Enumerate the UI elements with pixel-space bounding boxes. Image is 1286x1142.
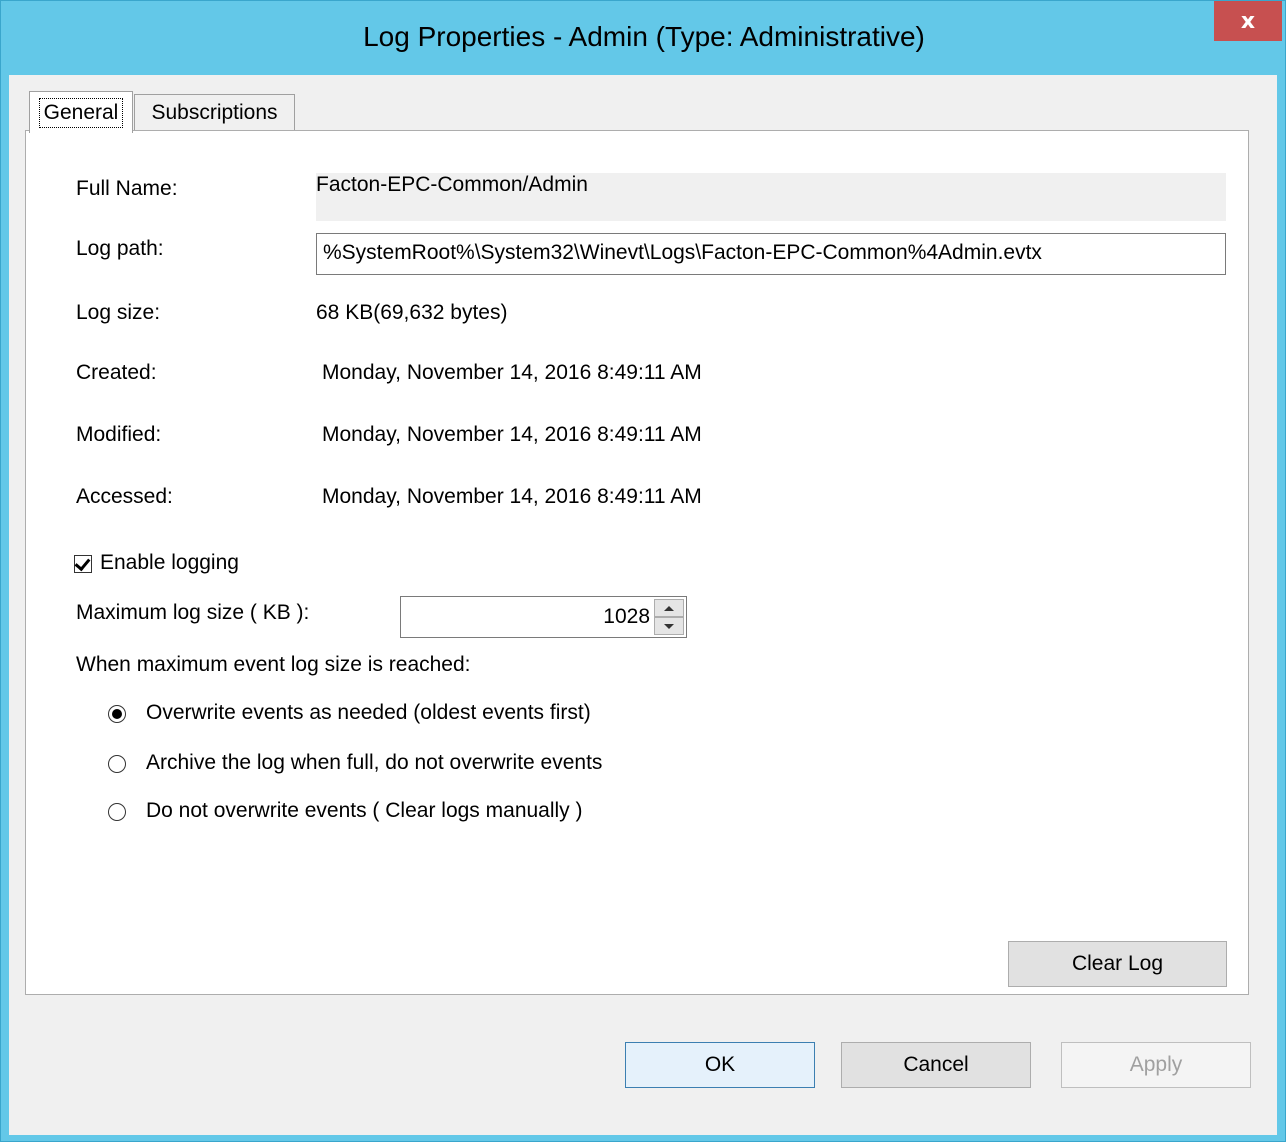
log-path-label: Log path: [76, 237, 164, 260]
radio-archive-when-full[interactable] [108, 755, 126, 773]
created-value: Monday, November 14, 2016 8:49:11 AM [322, 361, 702, 384]
max-log-size-label: Maximum log size ( KB ): [76, 601, 310, 624]
log-path-field[interactable]: %SystemRoot%\System32\Winevt\Logs\Facton… [316, 233, 1226, 275]
close-icon: x [1240, 8, 1256, 34]
max-log-size-value: 1028 [603, 605, 650, 628]
radio-overwrite-as-needed[interactable] [108, 705, 126, 723]
enable-logging-label[interactable]: Enable logging [100, 551, 239, 575]
log-size-label: Log size: [76, 301, 161, 324]
log-size-value: 68 KB(69,632 bytes) [316, 301, 508, 324]
close-button[interactable]: x [1214, 1, 1282, 41]
full-name-field: Facton-EPC-Common/Admin [316, 173, 1226, 221]
spin-up-button[interactable] [654, 599, 684, 617]
ok-button[interactable]: OK [625, 1042, 815, 1088]
log-properties-dialog: Log Properties - Admin (Type: Administra… [0, 0, 1286, 1142]
spin-down-button[interactable] [654, 617, 684, 635]
archive-when-full-label[interactable]: Archive the log when full, do not overwr… [146, 751, 602, 775]
overwrite-as-needed-label[interactable]: Overwrite events as needed (oldest event… [146, 701, 591, 725]
tab-general-label: General [38, 97, 124, 128]
max-log-size-stepper[interactable]: 1028 [400, 596, 687, 638]
accessed-value: Monday, November 14, 2016 8:49:11 AM [322, 485, 702, 508]
modified-label: Modified: [76, 423, 162, 446]
accessed-label: Accessed: [76, 485, 173, 508]
dialog-client-area: General Subscriptions Full Name: Facton-… [9, 75, 1277, 1135]
tab-subscriptions[interactable]: Subscriptions [134, 94, 295, 131]
enable-logging-checkbox[interactable] [74, 554, 92, 573]
chevron-up-icon [664, 605, 674, 611]
apply-button[interactable]: Apply [1061, 1042, 1251, 1088]
when-reached-label: When maximum event log size is reached: [76, 653, 471, 676]
created-label: Created: [76, 361, 157, 384]
cancel-button[interactable]: Cancel [841, 1042, 1031, 1088]
radio-do-not-overwrite[interactable] [108, 803, 126, 821]
chevron-down-icon [664, 623, 674, 629]
checkmark-icon [74, 554, 91, 572]
tab-subscriptions-label: Subscriptions [151, 101, 278, 124]
title-bar[interactable]: Log Properties - Admin (Type: Administra… [1, 1, 1286, 75]
modified-value: Monday, November 14, 2016 8:49:11 AM [322, 423, 702, 446]
clear-log-button[interactable]: Clear Log [1008, 941, 1227, 987]
radio-selected-dot [112, 709, 122, 719]
tab-general[interactable]: General [29, 91, 133, 133]
do-not-overwrite-label[interactable]: Do not overwrite events ( Clear logs man… [146, 799, 583, 823]
general-tab-panel: Full Name: Facton-EPC-Common/Admin Log p… [25, 130, 1249, 995]
window-title: Log Properties - Admin (Type: Administra… [363, 21, 925, 52]
full-name-value: Facton-EPC-Common/Admin [316, 173, 588, 196]
full-name-label: Full Name: [76, 177, 178, 200]
